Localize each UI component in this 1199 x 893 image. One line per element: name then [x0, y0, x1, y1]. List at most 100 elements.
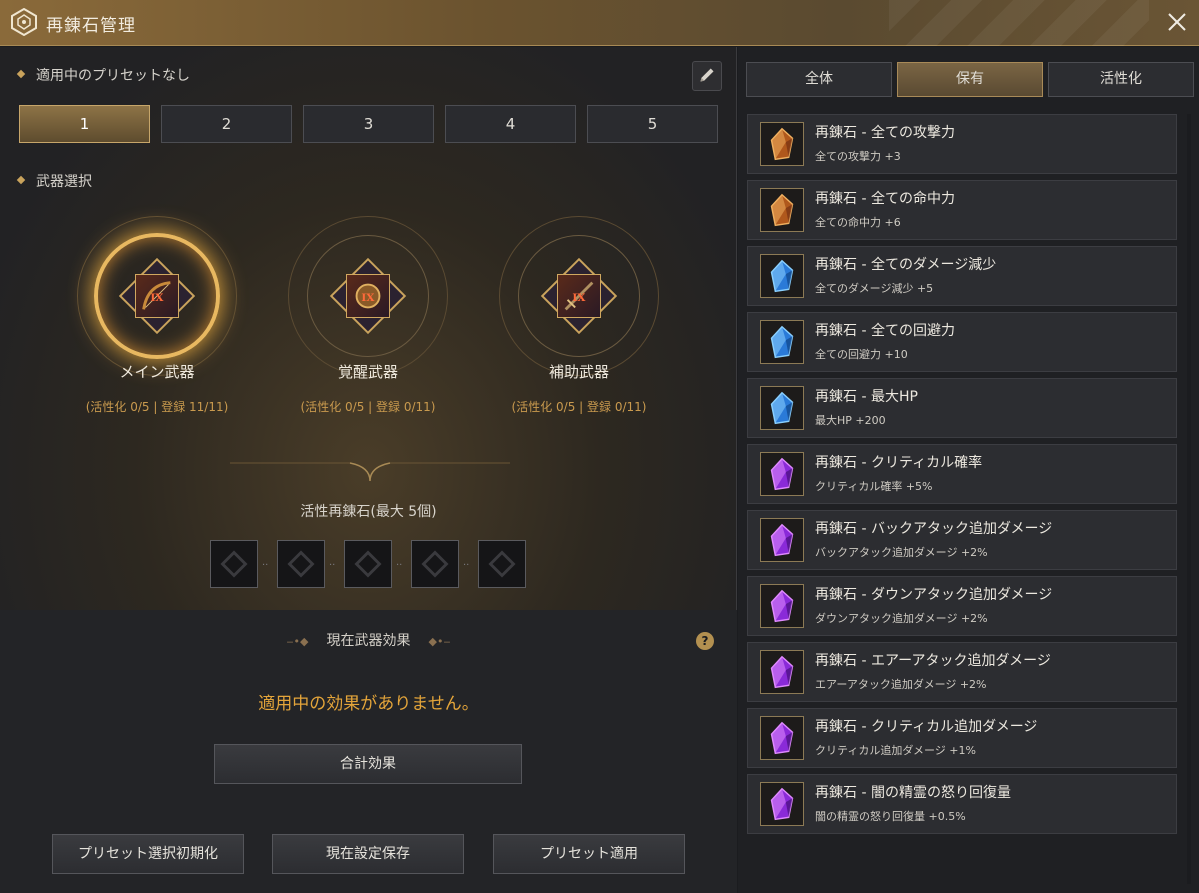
stone-list-item[interactable]: 再錬石 - ダウンアタック追加ダメージ ダウンアタック追加ダメージ +2% [747, 576, 1177, 636]
stone-desc: 全ての命中力 +6 [815, 216, 901, 229]
slot-separator: ·· [396, 560, 403, 571]
diamond-bullet-icon [16, 175, 26, 185]
empty-slot-icon [354, 550, 382, 578]
preset-tab-2[interactable]: 2 [161, 105, 292, 143]
stone-list-item[interactable]: 再錬石 - 最大HP 最大HP +200 [747, 378, 1177, 438]
scrollbar[interactable] [1187, 114, 1191, 884]
preset-status-label: 適用中のプリセットなし [36, 68, 190, 84]
purple-gem-icon [760, 518, 804, 562]
slot-separator: ·· [463, 560, 470, 571]
filter-tab-owned[interactable]: 保有 [897, 62, 1043, 97]
stone-name: 再錬石 - エアーアタック追加ダメージ [815, 653, 1051, 669]
active-stone-slot-3[interactable] [344, 540, 392, 588]
close-icon[interactable] [1165, 10, 1189, 34]
stone-desc: 最大HP +200 [815, 414, 886, 427]
stone-list-item[interactable]: 再錬石 - エアーアタック追加ダメージ エアーアタック追加ダメージ +2% [747, 642, 1177, 702]
active-stone-slot-4[interactable] [411, 540, 459, 588]
blue-gem-icon [760, 254, 804, 298]
stone-name: 再錬石 - 闇の精霊の怒り回復量 [815, 785, 1011, 801]
stone-desc: ダウンアタック追加ダメージ +2% [815, 612, 988, 625]
stone-desc: クリティカル確率 +5% [815, 480, 933, 493]
stone-desc: クリティカル追加ダメージ +1% [815, 744, 976, 757]
preset-tab-4[interactable]: 4 [445, 105, 576, 143]
stone-list-item[interactable]: 再錬石 - 全ての命中力 全ての命中力 +6 [747, 180, 1177, 240]
ornament-divider [230, 462, 510, 482]
no-effect-message: 適用中の効果がありません。 [258, 694, 479, 714]
purple-gem-icon [760, 782, 804, 826]
main-weapon-stat: (活性化 0/5 | 登録 11/11) [85, 400, 229, 414]
stone-list-item[interactable]: 再錬石 - 全ての攻撃力 全ての攻撃力 +3 [747, 114, 1177, 174]
bow-icon: IX [135, 274, 179, 318]
purple-gem-icon [760, 584, 804, 628]
stone-list-panel: 全体 保有 活性化 再錬石 - 全ての攻撃力 全ての攻撃力 +3 再錬石 - 全ての… [738, 47, 1199, 893]
stone-desc: エアーアタック追加ダメージ +2% [815, 678, 987, 691]
blue-gem-icon [760, 386, 804, 430]
reset-preset-button[interactable]: プリセット選択初期化 [52, 834, 244, 874]
diamond-bullet-icon [16, 69, 26, 79]
empty-slot-icon [220, 550, 248, 578]
active-stone-slot-5[interactable] [478, 540, 526, 588]
edit-preset-button[interactable] [692, 61, 722, 91]
ornament-left-icon: ‒•◆ [286, 635, 309, 648]
total-effect-button[interactable]: 合計効果 [214, 744, 522, 784]
stone-list-item[interactable]: 再錬石 - クリティカル確率 クリティカル確率 +5% [747, 444, 1177, 504]
preset-tab-5[interactable]: 5 [587, 105, 718, 143]
stone-name: 再錬石 - 最大HP [815, 389, 918, 405]
stone-name: 再錬石 - 全ての回避力 [815, 323, 955, 339]
hexagon-logo-icon [11, 8, 37, 36]
stone-list-item[interactable]: 再錬石 - 全てのダメージ減少 全てのダメージ減少 +5 [747, 246, 1177, 306]
purple-gem-icon [760, 452, 804, 496]
empty-slot-icon [488, 550, 516, 578]
stone-name: 再錬石 - クリティカル追加ダメージ [815, 719, 1038, 735]
active-stone-slot-1[interactable] [210, 540, 258, 588]
apply-preset-button[interactable]: プリセット適用 [493, 834, 685, 874]
purple-gem-icon [760, 716, 804, 760]
help-icon[interactable]: ? [696, 632, 714, 650]
slot-separator: ·· [262, 560, 269, 571]
preset-status: 適用中のプリセットなし [16, 65, 190, 85]
active-stone-slot-2[interactable] [277, 540, 325, 588]
orange-gem-icon [760, 188, 804, 232]
weapon-effect-title: 現在武器効果 [326, 633, 411, 649]
stone-list-item[interactable]: 再錬石 - 全ての回避力 全ての回避力 +10 [747, 312, 1177, 372]
awakening-weapon-stat: (活性化 0/5 | 登録 0/11) [300, 400, 436, 414]
empty-slot-icon [421, 550, 449, 578]
stone-name: 再錬石 - バックアタック追加ダメージ [815, 521, 1053, 537]
stone-desc: 闇の精霊の怒り回復量 +0.5% [815, 810, 966, 823]
preset-tab-1[interactable]: 1 [19, 105, 150, 143]
weapon-select-heading: 武器選択 [16, 171, 92, 191]
stone-desc: 全ての攻撃力 +3 [815, 150, 901, 163]
filter-tab-all[interactable]: 全体 [746, 62, 892, 97]
sub-weapon-stat: (活性化 0/5 | 登録 0/11) [511, 400, 647, 414]
orb-icon: IX [346, 274, 390, 318]
orange-gem-icon [760, 122, 804, 166]
stone-name: 再錬石 - 全ての命中力 [815, 191, 955, 207]
title-bar-decoration [889, 0, 1149, 46]
empty-slot-icon [287, 550, 315, 578]
svg-text:IX: IX [572, 292, 586, 304]
sub-weapon-slot[interactable]: IX [494, 211, 664, 381]
filter-tab-active[interactable]: 活性化 [1048, 62, 1194, 97]
stone-list: 再錬石 - 全ての攻撃力 全ての攻撃力 +3 再錬石 - 全ての命中力 全ての命中力 … [747, 114, 1177, 840]
awakening-weapon-name: 覚醒武器 [337, 363, 398, 381]
weapon-area: 適用中のプリセットなし 1 2 3 4 5 武器選択 IX メイン武器 (活性化… [0, 47, 737, 610]
weapon-effect-header: ‒•◆ 現在武器効果 ◆•‒ [0, 630, 737, 650]
dagger-icon: IX [557, 274, 601, 318]
window-title: 再錬石管理 [46, 16, 136, 36]
stone-desc: バックアタック追加ダメージ +2% [815, 546, 988, 559]
ornament-right-icon: ◆•‒ [428, 635, 451, 648]
stone-desc: 全ての回避力 +10 [815, 348, 908, 361]
stone-list-item[interactable]: 再錬石 - 闇の精霊の怒り回復量 闇の精霊の怒り回復量 +0.5% [747, 774, 1177, 834]
save-settings-button[interactable]: 現在設定保存 [272, 834, 464, 874]
purple-gem-icon [760, 650, 804, 694]
title-bar: 再錬石管理 [0, 0, 1199, 46]
preset-tab-3[interactable]: 3 [303, 105, 434, 143]
svg-text:IX: IX [361, 292, 375, 304]
stone-name: 再錬石 - 全ての攻撃力 [815, 125, 955, 141]
svg-text:IX: IX [150, 292, 164, 304]
awakening-weapon-slot[interactable]: IX [283, 211, 453, 381]
stone-list-item[interactable]: 再錬石 - クリティカル追加ダメージ クリティカル追加ダメージ +1% [747, 708, 1177, 768]
main-weapon-slot[interactable]: IX [72, 211, 242, 381]
stone-name: 再錬石 - 全てのダメージ減少 [815, 257, 997, 273]
stone-list-item[interactable]: 再錬石 - バックアタック追加ダメージ バックアタック追加ダメージ +2% [747, 510, 1177, 570]
